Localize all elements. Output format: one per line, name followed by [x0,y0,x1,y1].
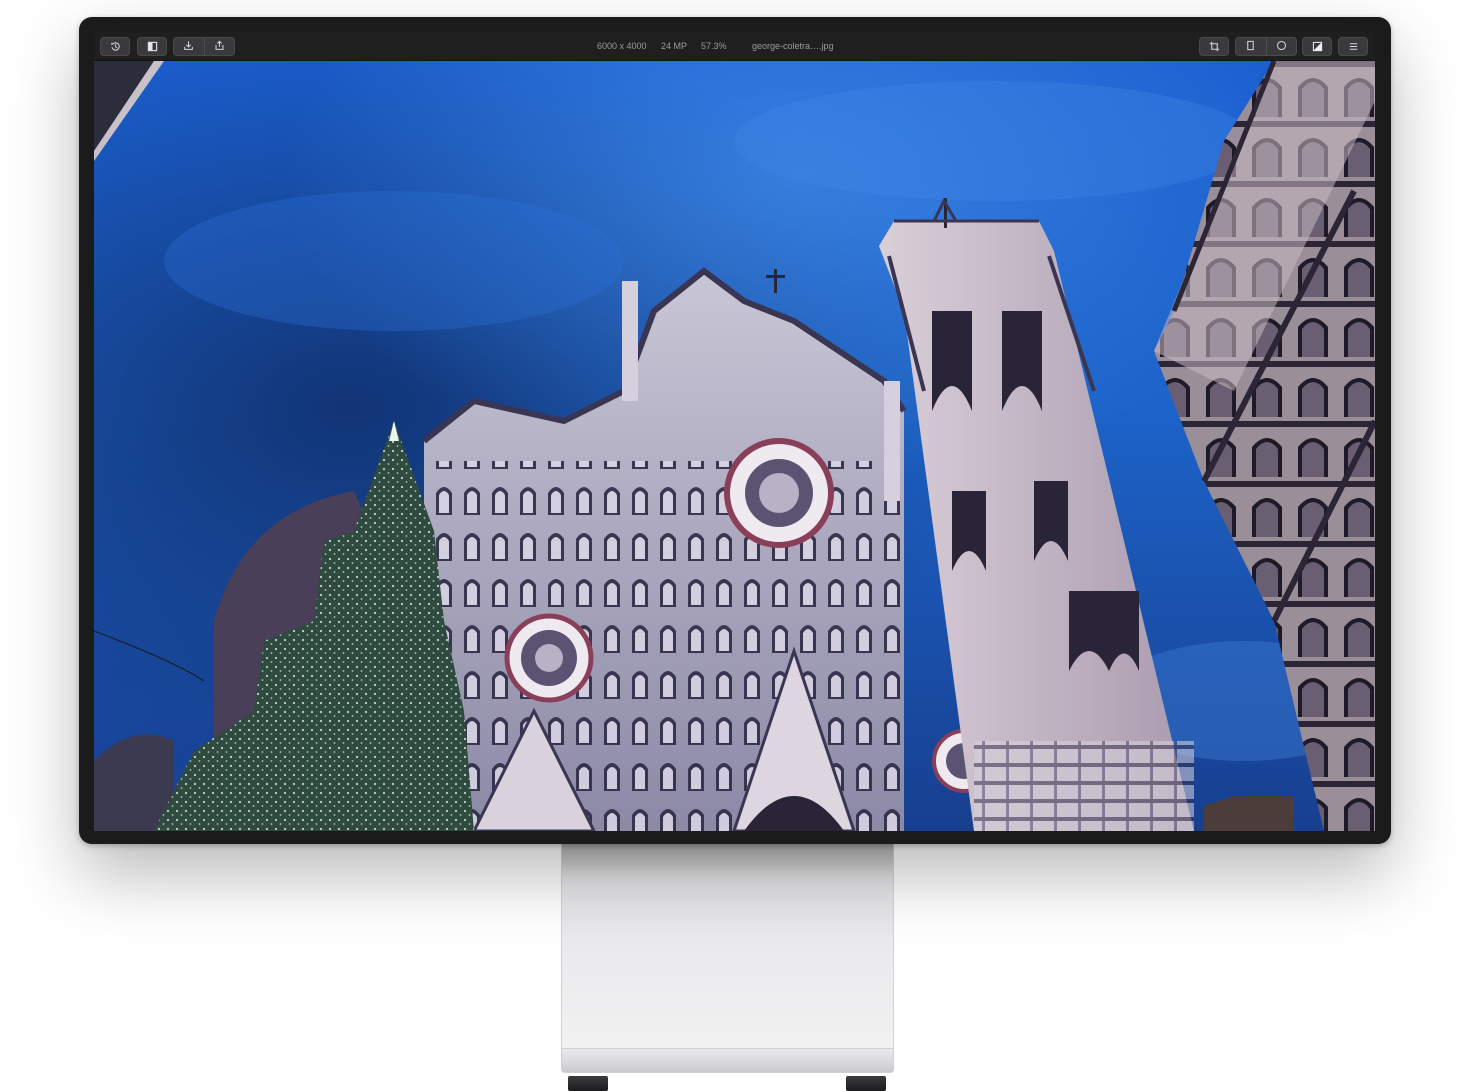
crop-button[interactable] [1199,37,1229,56]
revert-button[interactable] [100,37,130,56]
cathedral-photo [94,61,1375,831]
image-dimensions: 6000 x 4000 [597,41,647,51]
monitor-stand [561,838,894,1068]
image-megapixels: 24 MP [661,41,688,51]
import-icon [183,38,194,56]
rectangle-select-button[interactable] [1236,38,1266,55]
monitor: 6000 x 4000 24 MP 57.3% george-coletra….… [79,17,1391,844]
compare-button[interactable] [1302,37,1332,56]
revert-icon [110,41,121,52]
photo-canvas[interactable] [94,61,1375,831]
crop-icon [1209,41,1220,52]
sidebar-toggle-icon [147,41,158,52]
import-button[interactable] [174,38,204,55]
file-name: george-coletra….jpg [752,41,834,51]
sidebar-toggle-button[interactable] [137,37,167,56]
ellipse-select-button[interactable] [1265,38,1297,56]
monitor-foot-right [846,1076,886,1091]
share-icon [214,38,225,56]
portrait-rect-icon [1245,38,1256,56]
share-button[interactable] [203,38,235,56]
compare-icon [1312,41,1323,52]
toolbar: 6000 x 4000 24 MP 57.3% george-coletra….… [94,32,1375,61]
circle-icon [1276,38,1287,56]
app-window: 6000 x 4000 24 MP 57.3% george-coletra….… [94,32,1375,831]
zoom-level: 57.3% [701,41,727,51]
menu-button[interactable] [1338,37,1368,56]
monitor-stand-base [561,1048,894,1073]
file-actions-group [173,37,235,56]
monitor-foot-left [568,1076,608,1091]
menu-icon [1348,41,1359,52]
shape-tools-group [1235,37,1297,56]
